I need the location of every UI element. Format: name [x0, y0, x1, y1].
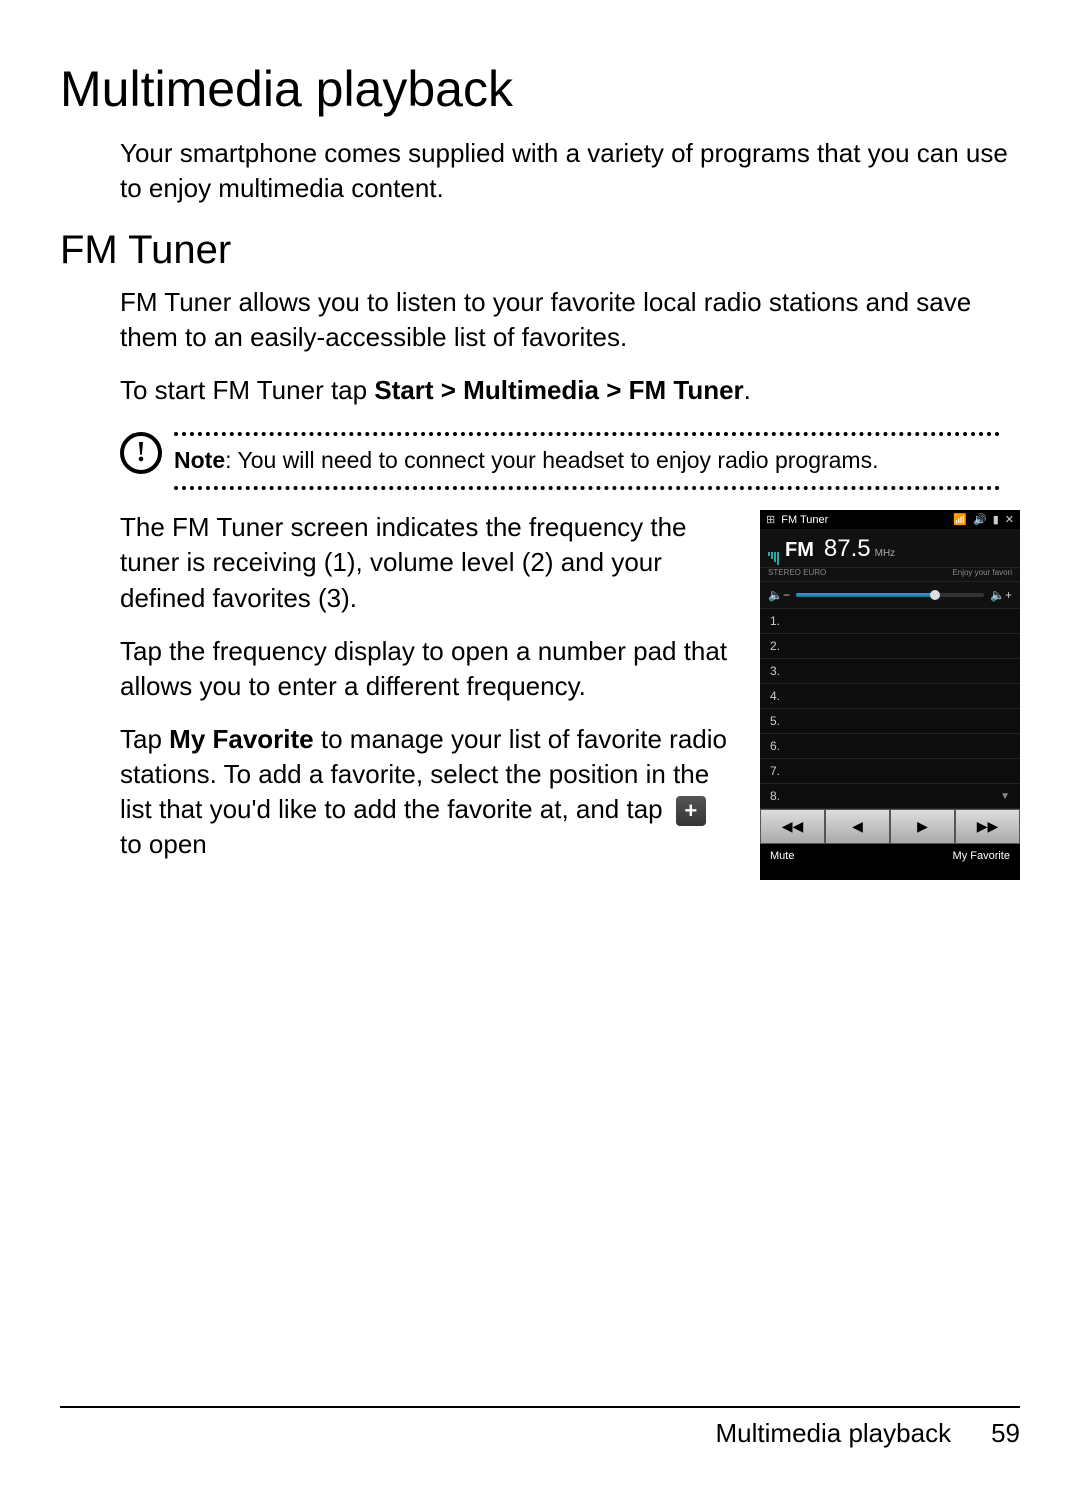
my-favorite-paragraph: Tap My Favorite to manage your list of f… — [120, 722, 740, 862]
frequency-value: 87.5 — [824, 535, 871, 563]
list-item[interactable]: 1. — [760, 609, 1020, 634]
fav-number: 1. — [770, 614, 780, 628]
fav-number: 8. — [770, 789, 780, 803]
fav-prefix: Tap — [120, 724, 169, 754]
chevron-down-icon[interactable]: ▼ — [1000, 791, 1010, 802]
fav-suffix: to open — [120, 829, 207, 859]
signal-icon: 📶 — [953, 513, 967, 526]
playback-controls: ◀◀ ◀ ▶ ▶▶ — [760, 809, 1020, 844]
tagline: Enjoy your favori — [952, 568, 1012, 577]
volume-down-icon[interactable]: 🔈− — [768, 588, 790, 602]
intro-paragraph: Your smartphone comes supplied with a va… — [120, 136, 1020, 206]
battery-icon: ▮ — [993, 513, 999, 526]
stereo-label: STEREO EURO — [768, 568, 826, 577]
nav-path: Start > Multimedia > FM Tuner — [374, 375, 743, 405]
section-heading: FM Tuner — [60, 228, 1020, 273]
mute-softkey[interactable]: Mute — [770, 850, 794, 862]
my-favorite-softkey[interactable]: My Favorite — [953, 850, 1010, 862]
volume-slider[interactable] — [796, 593, 984, 597]
phone-status-bar: ⊞ FM Tuner 📶 🔊 ▮ ✕ — [760, 510, 1020, 529]
volume-icon: 🔊 — [973, 513, 987, 526]
page-number: 59 — [991, 1418, 1020, 1449]
note-text: : You will need to connect your headset … — [225, 447, 878, 473]
fm-tuner-screenshot: ⊞ FM Tuner 📶 🔊 ▮ ✕ FM 87.5 MHz STEREO EU… — [760, 510, 1020, 880]
plus-icon: + — [676, 796, 706, 826]
volume-row: 🔈− 🔈+ — [760, 581, 1020, 609]
vol-plus: + — [1005, 588, 1012, 602]
note-block: ! Note: You will need to connect your he… — [120, 432, 1000, 490]
softkey-bar: Mute My Favorite — [760, 844, 1020, 868]
fav-number: 5. — [770, 714, 780, 728]
band-label: FM — [785, 539, 814, 562]
warning-icon: ! — [120, 432, 162, 474]
prev-button[interactable]: ◀ — [825, 809, 890, 844]
note-body: Note: You will need to connect your head… — [174, 432, 1000, 490]
seek-forward-button[interactable]: ▶▶ — [955, 809, 1020, 844]
list-item[interactable]: 5. — [760, 709, 1020, 734]
fav-number: 4. — [770, 689, 780, 703]
fm-intro-paragraph: FM Tuner allows you to listen to your fa… — [120, 285, 1020, 355]
list-item[interactable]: 6. — [760, 734, 1020, 759]
frequency-unit: MHz — [875, 548, 896, 559]
fav-number: 7. — [770, 764, 780, 778]
page-footer: Multimedia playback 59 — [60, 1406, 1020, 1449]
footer-title: Multimedia playback — [716, 1418, 952, 1449]
signal-bars-icon — [768, 552, 779, 565]
list-item[interactable]: 4. — [760, 684, 1020, 709]
fav-number: 3. — [770, 664, 780, 678]
volume-up-icon[interactable]: 🔈+ — [990, 588, 1012, 602]
nav-prefix: To start FM Tuner tap — [120, 375, 374, 405]
list-item[interactable]: 7. — [760, 759, 1020, 784]
close-icon: ✕ — [1005, 513, 1014, 526]
fav-bold: My Favorite — [169, 724, 314, 754]
start-icon: ⊞ — [766, 513, 775, 526]
tap-frequency-paragraph: Tap the frequency display to open a numb… — [120, 634, 740, 704]
frequency-subtext: STEREO EURO Enjoy your favori — [760, 568, 1020, 581]
fav-number: 2. — [770, 639, 780, 653]
list-item[interactable]: 2. — [760, 634, 1020, 659]
frequency-display[interactable]: FM 87.5 MHz — [760, 529, 1020, 568]
nav-suffix: . — [744, 375, 751, 405]
note-label: Note — [174, 447, 225, 473]
page-title: Multimedia playback — [60, 60, 1020, 118]
navigation-instruction: To start FM Tuner tap Start > Multimedia… — [120, 373, 1020, 408]
fav-number: 6. — [770, 739, 780, 753]
favorites-list: 1. 2. 3. 4. 5. 6. 7. 8. ▼ — [760, 609, 1020, 809]
next-button[interactable]: ▶ — [890, 809, 955, 844]
list-item[interactable]: 3. — [760, 659, 1020, 684]
vol-minus: − — [783, 588, 790, 602]
seek-back-button[interactable]: ◀◀ — [760, 809, 825, 844]
app-title: FM Tuner — [781, 514, 947, 526]
list-item[interactable]: 8. ▼ — [760, 784, 1020, 809]
screen-description: The FM Tuner screen indicates the freque… — [120, 510, 740, 615]
